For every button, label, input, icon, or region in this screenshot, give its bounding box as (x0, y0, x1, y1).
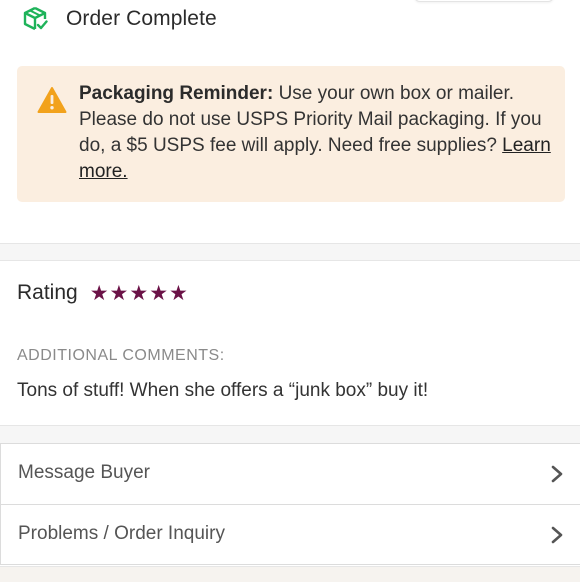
comments-text: Tons of stuff! When she offers a “junk b… (17, 380, 429, 401)
comments-label: ADDITIONAL COMMENTS: (17, 347, 225, 364)
top-card-edge (414, 0, 554, 2)
action-label: Message Buyer (18, 462, 151, 483)
order-status: Order Complete (22, 4, 217, 34)
chevron-right-icon (551, 465, 563, 483)
star-icon: ★ (109, 281, 129, 305)
package-check-icon (23, 6, 48, 31)
star-icon: ★ (129, 281, 149, 305)
packaging-reminder: Packaging Reminder: Use your own box or … (17, 66, 565, 202)
reminder-title: Packaging Reminder: (79, 83, 274, 104)
order-actions: Message Buyer Problems / Order Inquiry (0, 443, 580, 565)
order-detail-page: Order Complete Packaging Reminder: Use y… (0, 0, 580, 582)
star-icon: ★ (149, 281, 169, 305)
section-divider (0, 425, 580, 443)
star-icon: ★ (169, 281, 188, 305)
rating-section: Rating ★ ★ ★ ★ ★ (17, 278, 189, 308)
warning-icon (37, 87, 67, 113)
status-label: Order Complete (66, 7, 217, 30)
rating-label: Rating (17, 281, 78, 304)
reminder-message: Packaging Reminder: Use your own box or … (79, 81, 551, 185)
action-label: Problems / Order Inquiry (18, 523, 225, 544)
rating-stars: ★ ★ ★ ★ ★ (90, 283, 189, 304)
order-inquiry-row[interactable]: Problems / Order Inquiry (0, 504, 580, 565)
message-buyer-row[interactable]: Message Buyer (0, 443, 580, 504)
star-icon: ★ (89, 281, 109, 305)
section-divider (0, 243, 580, 261)
chevron-right-icon (551, 526, 563, 544)
bottom-divider (0, 566, 580, 582)
